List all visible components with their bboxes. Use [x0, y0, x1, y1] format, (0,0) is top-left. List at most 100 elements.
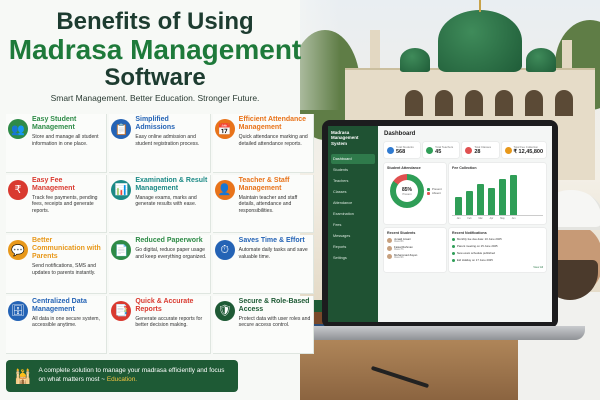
- feature-card: 📑 Quick & Accurate Reports Generate accura…: [109, 295, 211, 354]
- fee-bars: [452, 172, 543, 216]
- feature-title: Secure & Role-Based Access: [238, 297, 310, 313]
- feature-title: Teacher & Staff Management: [238, 176, 290, 192]
- stat-value: 568: [396, 149, 406, 155]
- feature-title: Centralized Data Management: [32, 297, 87, 313]
- feature-description: Protect data with user roles and secure …: [238, 315, 311, 329]
- chat-icon: 💬: [8, 240, 28, 260]
- feature-description: Send notifications, SMS and updates to p…: [32, 263, 96, 276]
- fee-bar-label: Jan: [456, 217, 461, 220]
- fee-bar-label: Jun: [511, 217, 516, 220]
- feature-title: Simplified Admissions: [135, 116, 176, 132]
- notification-text: Parent meeting on 15 June 2025: [457, 244, 498, 248]
- attendance-panel: Student Attendance 85% Present Present A…: [384, 163, 446, 224]
- banner-text: A complete solution to manage your madra…: [38, 367, 230, 384]
- feature-text: Reduced Paperwork Go digital, reduce pape…: [135, 237, 207, 291]
- nav-item-messages[interactable]: Messages: [331, 231, 375, 241]
- nav-item-attendance[interactable]: Attendance: [331, 198, 375, 208]
- feature-text: Teacher & Staff Management Maintain teach…: [239, 177, 311, 231]
- notification-item[interactable]: Monthly fee due date: 10 June 2025: [452, 237, 543, 241]
- stats-row: Total Students 568 Total Teachers 45 Total C…: [384, 142, 547, 158]
- database-icon: 🗄: [8, 300, 28, 321]
- feature-card: 📅 Efficient Attendance Management Quick at…: [212, 114, 314, 173]
- mosque-arch: [435, 90, 453, 116]
- notification-item[interactable]: New exam schedule published: [452, 251, 543, 255]
- mosque-arch: [465, 90, 483, 116]
- fee-bar: [499, 179, 506, 215]
- feature-card: 📋 Simplified Admissions Easy online admiss…: [109, 114, 211, 173]
- feature-text: Examination & Result Management Manage ex…: [135, 177, 207, 231]
- bar-chart-icon: 📊: [111, 179, 132, 200]
- feature-card: 📊 Examination & Result Management Manage e…: [109, 174, 211, 233]
- nav-item-dashboard[interactable]: Dashboard: [331, 154, 375, 165]
- admission-form-icon: 📋: [111, 119, 132, 139]
- feature-description: Maintain teacher and staff details, atte…: [238, 194, 298, 214]
- side-dome: [526, 48, 556, 72]
- calendar-check-icon: 📅: [214, 119, 235, 139]
- legend-absent: Absent: [427, 191, 442, 195]
- mosque-arch: [495, 90, 513, 116]
- nav-item-teachers[interactable]: Teachers: [331, 176, 375, 186]
- feature-card: ₹ Easy Fee Management Track fee payments, …: [6, 174, 108, 233]
- feature-title: Easy Student Management: [32, 116, 77, 132]
- list-panels: Recent Students Junaid Ansari Class 8th Fa…: [384, 228, 546, 272]
- fee-bar: [466, 190, 473, 215]
- view-all-link[interactable]: View All: [452, 265, 543, 269]
- laptop-base: [300, 326, 585, 340]
- dashboard-title: Dashboard: [384, 131, 416, 137]
- main-dome: [438, 10, 522, 72]
- feature-text: Quick & Accurate Reports Generate accurat…: [135, 298, 207, 352]
- feature-text: Efficient Attendance Management Quick att…: [239, 116, 311, 170]
- feature-card: 💬 Better Communication with Parents Send n…: [6, 235, 108, 294]
- feature-description: All data in one secure system, accessibl…: [32, 315, 100, 329]
- nav-item-settings[interactable]: Settings: [331, 253, 375, 263]
- bullet-icon: [452, 258, 455, 262]
- feature-description: Track fee payments, pending fees, receip…: [32, 194, 98, 214]
- teacher-icon: 👤: [214, 179, 235, 200]
- feature-description: Go digital, reduce paper usage and keep …: [135, 247, 207, 260]
- student-class: Class 7th: [394, 249, 404, 251]
- feature-text: Better Communication with Parents Send no…: [32, 237, 104, 291]
- feature-title: Easy Fee Management: [32, 176, 75, 192]
- feature-card: 👤 Teacher & Staff Management Maintain teac…: [212, 174, 314, 233]
- dome-finial: [479, 0, 481, 12]
- stat-card: Total Fee Collection ₹ 12,45,800: [501, 142, 547, 158]
- student-row[interactable]: Junaid Ansari Class 8th: [387, 237, 443, 243]
- nav-item-classes[interactable]: Classes: [331, 187, 375, 197]
- feature-title: Saves Time & Effort: [238, 237, 305, 244]
- fee-bar-label: Apr: [489, 217, 494, 220]
- side-dome: [400, 48, 430, 72]
- feature-card: 🛡 Secure & Role-Based Access Protect data …: [212, 295, 314, 354]
- fee-bar: [455, 197, 462, 215]
- nav-item-fees[interactable]: Fees: [331, 220, 375, 230]
- headline-line-1: Benefits of Using: [56, 8, 254, 35]
- feature-description: Store and manage all student information…: [32, 134, 99, 147]
- feature-title: Efficient Attendance Management: [238, 116, 307, 132]
- stat-card: Total Teachers 45: [423, 142, 460, 158]
- student-row[interactable]: Muhammad Zayan Class 6th: [387, 253, 443, 259]
- stat-icon: [387, 146, 394, 154]
- nav-item-reports[interactable]: Reports: [331, 242, 375, 252]
- nav-item-students[interactable]: Students: [331, 165, 375, 175]
- notification-item[interactable]: Eid Holiday on 17 June 2025: [452, 258, 543, 262]
- student-class: Class 8th: [394, 241, 404, 243]
- student-row[interactable]: Faisal Rahman Class 7th: [387, 245, 443, 251]
- mosque-arch: [405, 90, 423, 116]
- fee-bar-label: Feb: [467, 217, 472, 220]
- tagline: Smart Management. Better Education. Stro…: [50, 93, 260, 103]
- headline-line-3: Software: [104, 64, 206, 91]
- stat-value: ₹ 12,45,800: [513, 149, 544, 155]
- nav-item-examination[interactable]: Examination: [331, 209, 375, 219]
- clock-icon: ⏱: [214, 240, 235, 260]
- student-class: Class 6th: [394, 257, 404, 259]
- bullet-icon: [452, 237, 455, 241]
- fee-bar-label: May: [500, 217, 505, 220]
- recent-students-title: Recent Students: [387, 231, 416, 235]
- notification-item[interactable]: Parent meeting on 15 June 2025: [452, 244, 543, 248]
- feature-text: Centralized Data Management All data in o…: [32, 298, 104, 352]
- notification-text: Monthly fee due date: 10 June 2025: [457, 237, 502, 241]
- feature-card: 🗄 Centralized Data Management All data in …: [6, 295, 108, 354]
- attendance-sub: Present: [402, 192, 412, 196]
- bullet-icon: [452, 244, 455, 248]
- feature-grid: 👥 Easy Student Management Store and manage…: [6, 114, 314, 354]
- fee-panel: Fee Collection Jan Feb Mar Apr May Jun: [449, 163, 546, 224]
